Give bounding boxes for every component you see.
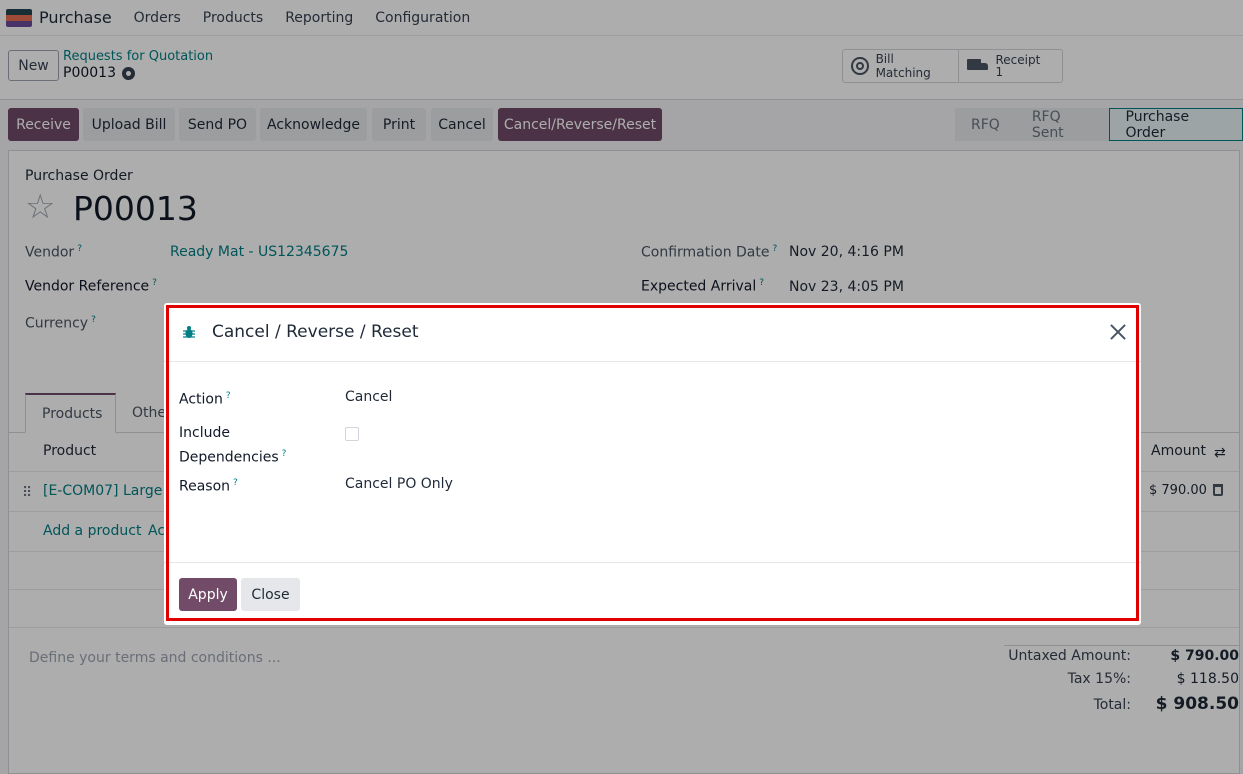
action-label: Action?: [179, 386, 231, 411]
dialog-footer: Apply Close: [164, 562, 1141, 625]
help-icon[interactable]: ?: [226, 391, 231, 401]
include-dependencies-checkbox[interactable]: [345, 427, 359, 441]
dialog-title: Cancel / Reverse / Reset: [212, 322, 419, 342]
cancel-reverse-reset-dialog: Cancel / Reverse / Reset Action? Cancel …: [164, 303, 1141, 625]
reason-field[interactable]: Cancel PO Only: [345, 476, 453, 492]
close-button[interactable]: Close: [241, 578, 300, 611]
include-dependencies-label-line1: Include: [179, 425, 230, 441]
reason-label: Reason?: [179, 473, 238, 498]
apply-button[interactable]: Apply: [179, 578, 237, 611]
include-dependencies-label: Include Dependencies?: [179, 423, 286, 469]
include-dependencies-label-line2: Dependencies: [179, 449, 279, 466]
close-icon[interactable]: [1108, 322, 1128, 342]
action-label-text: Action: [179, 391, 223, 408]
action-field[interactable]: Cancel: [345, 389, 392, 405]
dialog-header: Cancel / Reverse / Reset: [164, 303, 1141, 362]
help-icon[interactable]: ?: [233, 478, 238, 488]
bug-icon: [183, 326, 195, 338]
help-icon[interactable]: ?: [282, 449, 287, 459]
reason-label-text: Reason: [179, 478, 231, 495]
